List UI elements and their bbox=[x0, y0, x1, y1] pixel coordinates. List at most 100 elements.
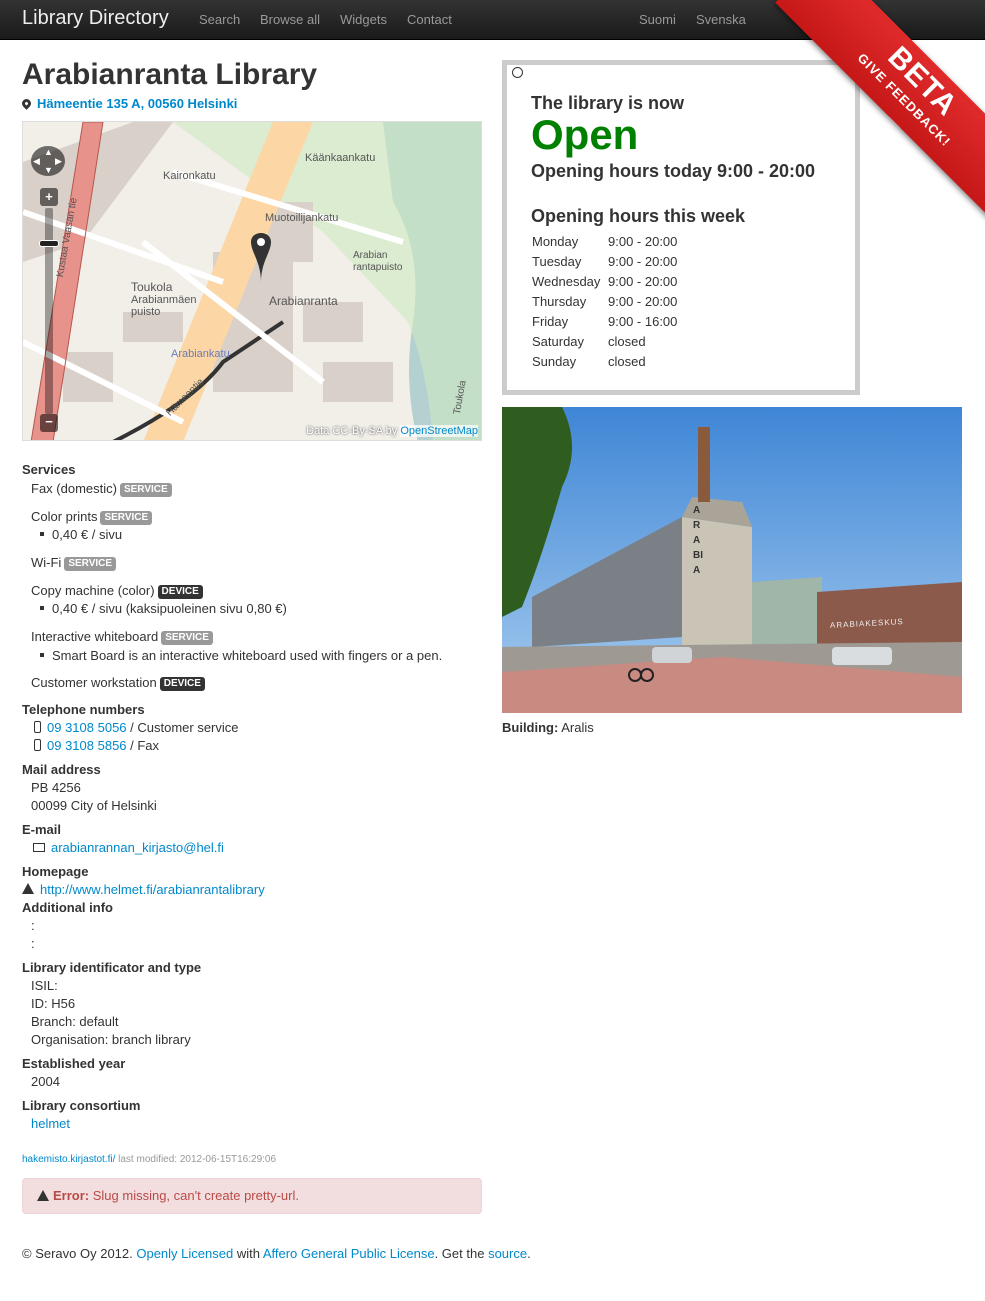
additional-heading: Additional info bbox=[22, 900, 113, 915]
map-label: Käänkaankatu bbox=[305, 152, 376, 164]
phone-link[interactable]: 09 3108 5856 bbox=[47, 738, 127, 753]
service-detail-text: 0,40 € / sivu (kaksipuoleinen sivu 0,80 … bbox=[52, 601, 287, 616]
service-name: Copy machine (color) bbox=[31, 583, 155, 598]
building-value: Aralis bbox=[561, 720, 594, 735]
service-item: Customer workstation DEVICE bbox=[31, 675, 205, 691]
id-line: ID: H56 bbox=[31, 996, 76, 1011]
weekday: Monday bbox=[532, 234, 579, 249]
service-badge: SERVICE bbox=[119, 483, 172, 497]
zoom-out-button[interactable]: − bbox=[40, 414, 58, 432]
homepage-row: http://www.helmet.fi/arabianrantalibrary bbox=[22, 882, 265, 897]
weekday-hours: 9:00 - 20:00 bbox=[608, 234, 678, 249]
weekday-hours: 9:00 - 16:00 bbox=[608, 314, 678, 329]
phone-link[interactable]: 09 3108 5056 bbox=[47, 720, 127, 735]
zoom-slider-handle[interactable] bbox=[39, 240, 59, 247]
homepage-link[interactable]: http://www.helmet.fi/arabianrantalibrary bbox=[40, 882, 265, 897]
weekday: Thursday bbox=[532, 294, 587, 309]
service-name: Color prints bbox=[31, 509, 98, 524]
error-alert: Error: Slug missing, can't create pretty… bbox=[22, 1178, 482, 1214]
service-detail: 0,40 € / sivu (kaksipuoleinen sivu 0,80 … bbox=[40, 601, 287, 616]
building-illustration bbox=[502, 407, 962, 713]
service-detail: Smart Board is an interactive whiteboard… bbox=[40, 648, 442, 663]
zoom-in-button[interactable]: + bbox=[40, 188, 58, 206]
service-detail-text: Smart Board is an interactive whiteboard… bbox=[52, 648, 443, 663]
pan-down-icon[interactable]: ▼ bbox=[44, 165, 53, 175]
library-address[interactable]: Hämeentie 135 A, 00560 Helsinki bbox=[20, 96, 237, 111]
envelope-icon bbox=[33, 843, 45, 852]
email-row: arabianrannan_kirjasto@hel.fi bbox=[33, 840, 224, 855]
telephone-heading: Telephone numbers bbox=[22, 702, 145, 717]
map-pan-control[interactable]: ▲ ▼ ◀ ▶ bbox=[31, 146, 65, 176]
zoom-slider[interactable] bbox=[45, 208, 53, 414]
warning-icon bbox=[37, 1190, 49, 1201]
mail-line: 00099 City of Helsinki bbox=[31, 798, 157, 813]
service-item: Fax (domestic) SERVICE bbox=[31, 481, 172, 497]
footer-text: . Get the bbox=[434, 1246, 489, 1261]
feedback-ribbon[interactable]: BETA GIVE FEEDBACK! bbox=[775, 0, 985, 229]
branch-line: Branch: default bbox=[31, 1014, 119, 1029]
weekday: Wednesday bbox=[532, 274, 601, 289]
phone-label: / Fax bbox=[126, 738, 160, 753]
week-heading: Opening hours this week bbox=[531, 206, 746, 226]
brand-link[interactable]: Library Directory bbox=[22, 7, 169, 30]
service-item: Wi-Fi SERVICE bbox=[31, 555, 117, 571]
service-detail-text: 0,40 € / sivu bbox=[52, 527, 123, 542]
pan-right-icon[interactable]: ▶ bbox=[55, 156, 62, 167]
services-heading: Services bbox=[22, 462, 76, 477]
nav-search[interactable]: Search bbox=[199, 12, 240, 27]
clock-icon bbox=[512, 67, 523, 78]
nav-browse-all[interactable]: Browse all bbox=[260, 12, 320, 27]
weekday-hours: 9:00 - 20:00 bbox=[608, 274, 678, 289]
footer-text: . bbox=[527, 1246, 531, 1261]
map-label: Arabianranta bbox=[269, 294, 338, 308]
map-label: Arabianmäen puisto bbox=[131, 294, 197, 318]
map-label: Kaironkatu bbox=[163, 170, 216, 182]
service-item: Color prints SERVICE bbox=[31, 509, 153, 525]
nav-widgets[interactable]: Widgets bbox=[340, 12, 387, 27]
service-name: Interactive whiteboard bbox=[31, 629, 159, 644]
service-badge: SERVICE bbox=[64, 557, 117, 571]
weekday: Saturday bbox=[532, 334, 585, 349]
map-label: Muotoilijankatu bbox=[265, 212, 339, 224]
pan-up-icon[interactable]: ▲ bbox=[44, 147, 53, 157]
weekday: Sunday bbox=[532, 354, 577, 369]
weekday-hours: 9:00 - 20:00 bbox=[608, 254, 678, 269]
library-title: Arabianranta Library bbox=[22, 58, 318, 91]
lang-svenska[interactable]: Svenska bbox=[696, 12, 746, 27]
device-badge: DEVICE bbox=[157, 585, 203, 599]
attribution-text: Data CC-By-SA by bbox=[306, 425, 398, 437]
map-label: Arabiankatu bbox=[171, 348, 230, 360]
map-marker-icon bbox=[20, 97, 33, 110]
weekday: Friday bbox=[532, 314, 569, 329]
pan-left-icon[interactable]: ◀ bbox=[33, 156, 40, 167]
identificator-heading: Library identificator and type bbox=[22, 960, 202, 975]
bullet-icon bbox=[40, 606, 44, 610]
nav-contact[interactable]: Contact bbox=[407, 12, 452, 27]
phone-icon bbox=[34, 739, 41, 751]
building-label: Building: bbox=[502, 720, 559, 735]
agpl-link[interactable]: Affero General Public License bbox=[263, 1246, 435, 1261]
lang-suomi[interactable]: Suomi bbox=[639, 12, 676, 27]
organisation-line: Organisation: branch library bbox=[31, 1032, 191, 1047]
source-site-link[interactable]: hakemisto.kirjastot.fi/ bbox=[22, 1154, 115, 1165]
weekday-hours: 9:00 - 20:00 bbox=[608, 294, 678, 309]
open-status: Open bbox=[531, 111, 639, 158]
phone-icon bbox=[34, 721, 41, 733]
map-label: Toukola bbox=[131, 280, 173, 294]
mail-line: PB 4256 bbox=[31, 780, 81, 795]
library-map[interactable]: Käänkaankatu Kaironkatu Muotoilijankatu … bbox=[22, 121, 482, 441]
openly-licensed-link[interactable]: Openly Licensed bbox=[136, 1246, 233, 1261]
error-label: Error: bbox=[53, 1188, 90, 1203]
email-heading: E-mail bbox=[22, 822, 62, 837]
library-photo: ARABIA ARABIAKESKUS bbox=[502, 407, 962, 713]
openstreetmap-link[interactable]: OpenStreetMap bbox=[400, 425, 478, 437]
service-detail: 0,40 € / sivu bbox=[40, 527, 122, 542]
consortium-link[interactable]: helmet bbox=[31, 1116, 70, 1131]
additional-line: : bbox=[31, 936, 35, 951]
beta-ribbon[interactable]: BETA GIVE FEEDBACK! bbox=[755, 0, 985, 230]
source-link[interactable]: source bbox=[488, 1246, 527, 1261]
photo-sign: ARABIA bbox=[693, 505, 703, 576]
established-heading: Established year bbox=[22, 1056, 126, 1071]
email-link[interactable]: arabianrannan_kirjasto@hel.fi bbox=[51, 840, 224, 855]
footer-text: with bbox=[233, 1246, 263, 1261]
